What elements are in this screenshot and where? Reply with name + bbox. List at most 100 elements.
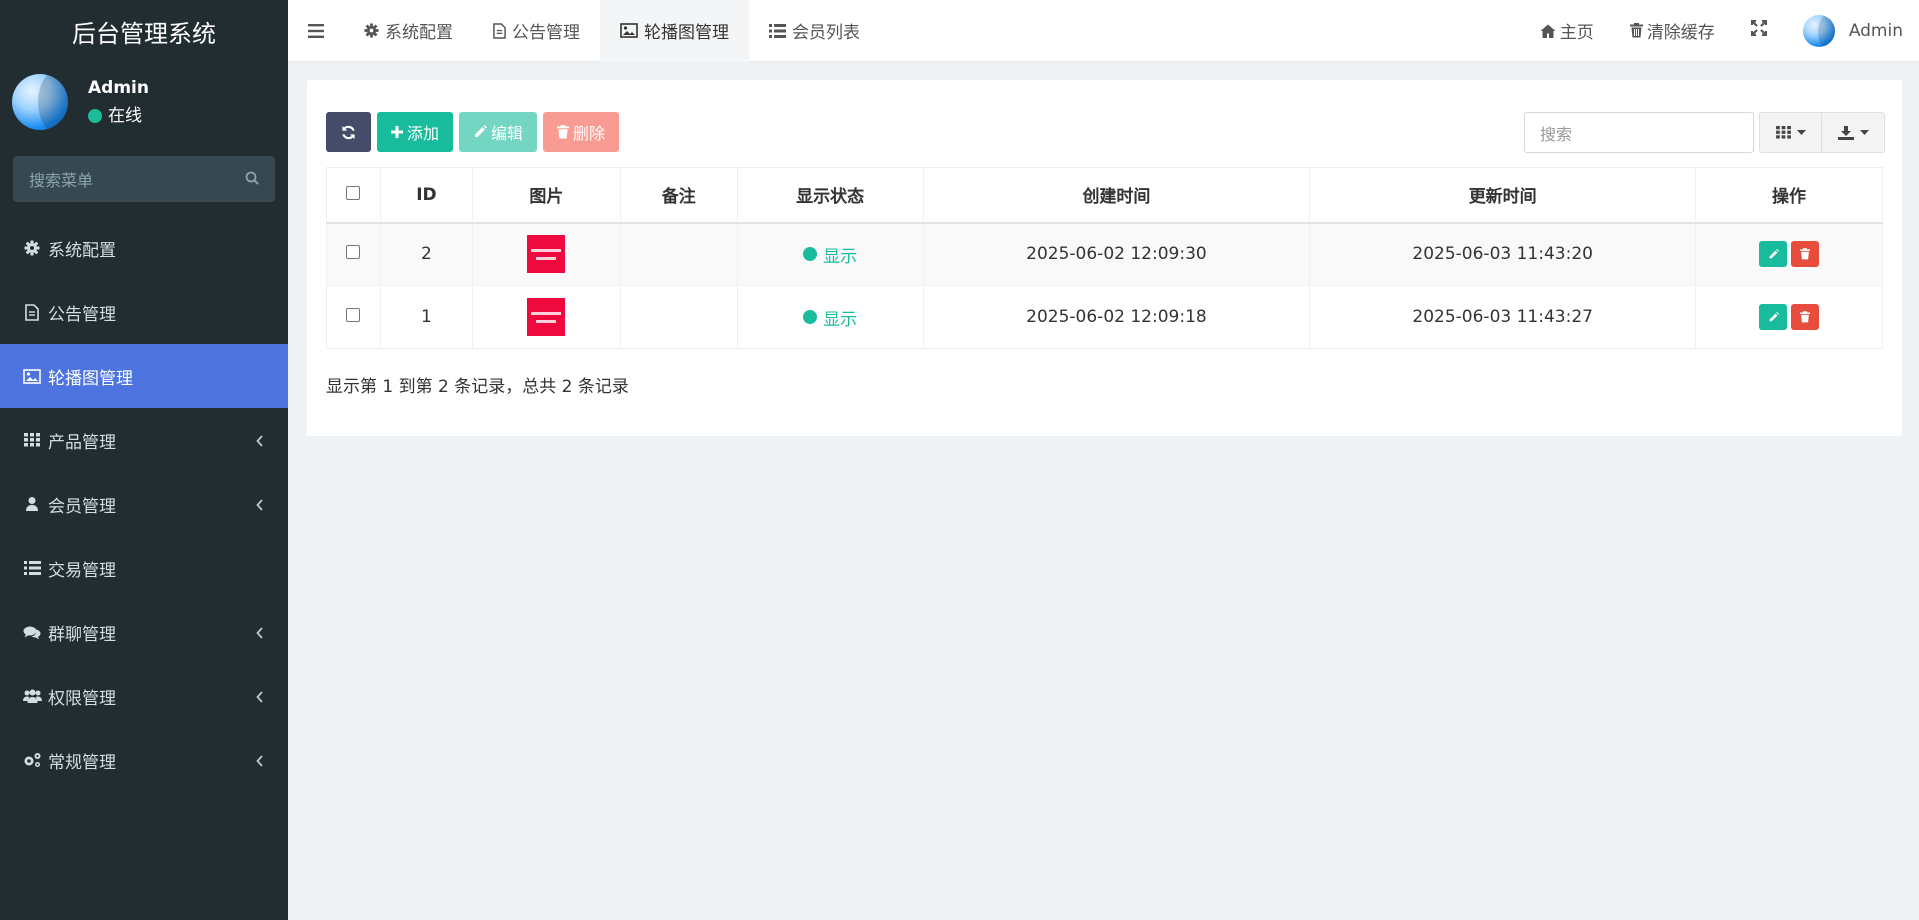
sidebar-item-carousel[interactable]: 轮播图管理 <box>0 344 288 408</box>
top-navbar: 系统配置 公告管理 轮播图管理 会员列表 主页 清除缓存 Admin <box>288 0 1919 62</box>
clear-cache-button[interactable]: 清除缓存 <box>1612 18 1733 43</box>
row-delete-button[interactable] <box>1791 241 1820 268</box>
user-status: 在线 <box>88 104 149 128</box>
search-icon <box>245 170 259 189</box>
sidebar-item-label: 公告管理 <box>48 304 116 325</box>
row-edit-button[interactable] <box>1759 304 1788 330</box>
avatar <box>12 74 68 130</box>
sidebar-item-label: 系统配置 <box>48 240 116 261</box>
user-panel: Admin 在线 <box>0 62 288 142</box>
pencil-icon <box>1769 311 1779 321</box>
row-delete-button[interactable] <box>1791 304 1820 330</box>
sidebar-item-products[interactable]: 产品管理 <box>0 408 288 472</box>
row-edit-button[interactable] <box>1759 241 1788 268</box>
sidebar-item-permissions[interactable]: 权限管理 <box>0 664 288 728</box>
tab-system-config[interactable]: 系统配置 <box>344 0 473 62</box>
sidebar-search-input[interactable]: 搜索菜单 <box>13 156 275 202</box>
tab-member-list[interactable]: 会员列表 <box>749 0 880 62</box>
trash-icon <box>1800 248 1811 260</box>
table-row[interactable]: 1 显示 2025-06-02 12:09:18 2025-06-03 11:4… <box>326 285 1883 349</box>
table-options <box>1759 112 1885 153</box>
edit-label: 编辑 <box>491 124 524 143</box>
pencil-icon <box>1769 248 1779 259</box>
cell-remark <box>619 222 738 286</box>
tab-label: 轮播图管理 <box>644 23 729 43</box>
sidebar-item-label: 产品管理 <box>48 432 116 453</box>
sidebar-item-trades[interactable]: 交易管理 <box>0 536 288 600</box>
cogs-icon <box>22 750 42 770</box>
cell-updated: 2025-06-03 11:43:27 <box>1309 285 1697 349</box>
cell-remark <box>619 285 738 349</box>
carousel-thumbnail[interactable] <box>527 235 566 274</box>
sidebar-item-general[interactable]: 常规管理 <box>0 728 288 792</box>
edit-button[interactable]: 编辑 <box>459 112 538 152</box>
tab-label: 公告管理 <box>512 23 580 43</box>
column-header: 创建时间 <box>922 167 1311 224</box>
tab-announcements[interactable]: 公告管理 <box>473 0 600 62</box>
table-search-input[interactable]: 搜索 <box>1524 112 1754 153</box>
delete-button[interactable]: 删除 <box>543 112 620 152</box>
column-header[interactable]: ID <box>379 167 473 224</box>
online-dot-icon <box>88 109 102 123</box>
refresh-button[interactable] <box>326 112 371 152</box>
sidebar: 后台管理系统 Admin 在线 搜索菜单 系统配置 公告管理 轮播图管理 产品管… <box>0 0 288 920</box>
hamburger-icon <box>308 23 324 38</box>
tab-label: 系统配置 <box>385 23 453 43</box>
cell-created: 2025-06-02 12:09:30 <box>922 222 1311 286</box>
expand-icon <box>1750 19 1767 41</box>
chevron-left-icon <box>256 752 264 772</box>
pagination-summary: 显示第 1 到第 2 条记录，总共 2 条记录 <box>326 377 629 397</box>
row-checkbox[interactable] <box>346 308 361 322</box>
file-icon <box>22 302 42 322</box>
row-checkbox[interactable] <box>346 245 361 260</box>
gear-icon <box>22 238 42 258</box>
carousel-thumbnail[interactable] <box>527 298 566 336</box>
chevron-left-icon <box>256 432 264 452</box>
status-label: 显示 <box>823 246 858 267</box>
pencil-icon <box>473 125 488 139</box>
sidebar-item-label: 交易管理 <box>48 560 116 581</box>
select-all-checkbox[interactable] <box>346 185 361 200</box>
trash-icon <box>557 125 570 139</box>
table-row[interactable]: 2 显示 2025-06-02 12:09:30 2025-06-03 11:4… <box>326 222 1883 286</box>
tab-carousel[interactable]: 轮播图管理 <box>600 0 749 62</box>
export-button[interactable] <box>1822 112 1885 153</box>
column-header: 操作 <box>1695 167 1883 224</box>
table-header-row: ID 图片 备注 显示状态 创建时间 更新时间 操作 <box>326 167 1883 224</box>
user-icon <box>22 494 42 514</box>
status-dot-icon <box>803 310 818 324</box>
menu-toggle-button[interactable] <box>288 0 344 62</box>
table-toolbar: 添加 编辑 删除 <box>326 112 620 152</box>
sidebar-item-group-chat[interactable]: 群聊管理 <box>0 600 288 664</box>
status-dot-icon <box>803 247 818 262</box>
caret-down-icon <box>1796 130 1806 135</box>
fullscreen-button[interactable] <box>1733 19 1785 41</box>
chevron-left-icon <box>256 688 264 708</box>
columns-toggle-button[interactable] <box>1759 112 1822 153</box>
clear-cache-label: 清除缓存 <box>1646 23 1715 43</box>
sidebar-search-placeholder: 搜索菜单 <box>29 171 94 190</box>
home-link[interactable]: 主页 <box>1522 18 1612 43</box>
sidebar-menu: 系统配置 公告管理 轮播图管理 产品管理 会员管理 交易管理 群聊管理 权限管理… <box>0 216 288 792</box>
delete-label: 删除 <box>573 124 606 143</box>
sidebar-item-announcements[interactable]: 公告管理 <box>0 280 288 344</box>
avatar <box>1802 14 1835 47</box>
comments-icon <box>22 622 42 642</box>
user-menu[interactable]: Admin <box>1785 14 1919 47</box>
app-title: 后台管理系统 <box>72 19 216 48</box>
sidebar-item-system-config[interactable]: 系统配置 <box>0 216 288 280</box>
status-badge[interactable]: 显示 <box>803 305 857 330</box>
select-all-cell <box>326 167 381 224</box>
group-icon <box>22 686 42 706</box>
add-label: 添加 <box>407 124 440 143</box>
add-button[interactable]: 添加 <box>377 112 454 152</box>
gear-icon <box>364 23 379 38</box>
sidebar-item-members[interactable]: 会员管理 <box>0 472 288 536</box>
list-icon <box>22 558 42 578</box>
grid-icon <box>1775 126 1791 139</box>
file-icon <box>493 22 506 39</box>
home-icon <box>1540 24 1556 38</box>
plus-icon <box>391 126 403 138</box>
carousel-table: ID 图片 备注 显示状态 创建时间 更新时间 操作 2 显示 2025-06-… <box>326 167 1883 349</box>
status-badge[interactable]: 显示 <box>803 242 857 267</box>
